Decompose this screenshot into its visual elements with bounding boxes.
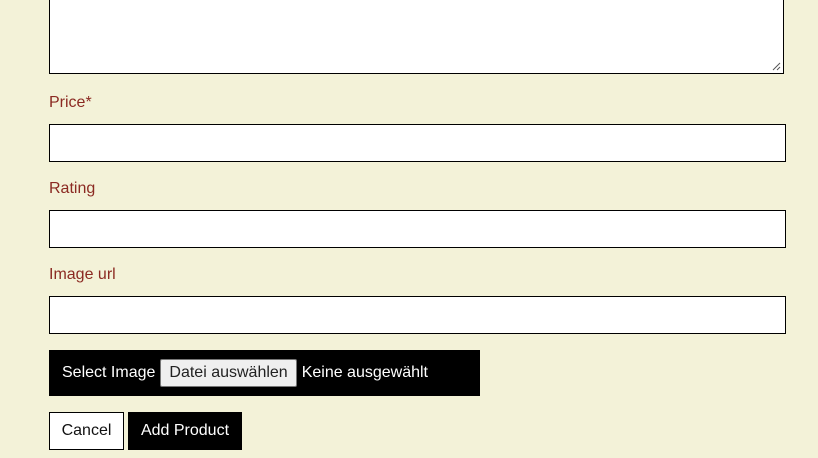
cancel-button[interactable]: Cancel: [49, 412, 124, 450]
select-image-label: Select Image: [62, 364, 156, 381]
resize-handle-icon[interactable]: [771, 61, 781, 71]
choose-file-button[interactable]: Datei auswählen: [160, 359, 297, 387]
description-textarea[interactable]: [49, 0, 784, 74]
add-product-button[interactable]: Add Product: [128, 412, 242, 450]
add-product-form: Price* Rating Image url Select Image Dat…: [0, 0, 818, 458]
image-upload-control: Select Image Datei auswählen Keine ausge…: [49, 350, 480, 396]
rating-label: Rating: [49, 180, 96, 197]
file-status-text: Keine ausgewählt: [301, 364, 428, 381]
price-label: Price*: [49, 94, 92, 111]
rating-input[interactable]: [49, 210, 786, 248]
price-input[interactable]: [49, 124, 786, 162]
image-url-input[interactable]: [49, 296, 786, 334]
image-url-label: Image url: [49, 266, 116, 283]
